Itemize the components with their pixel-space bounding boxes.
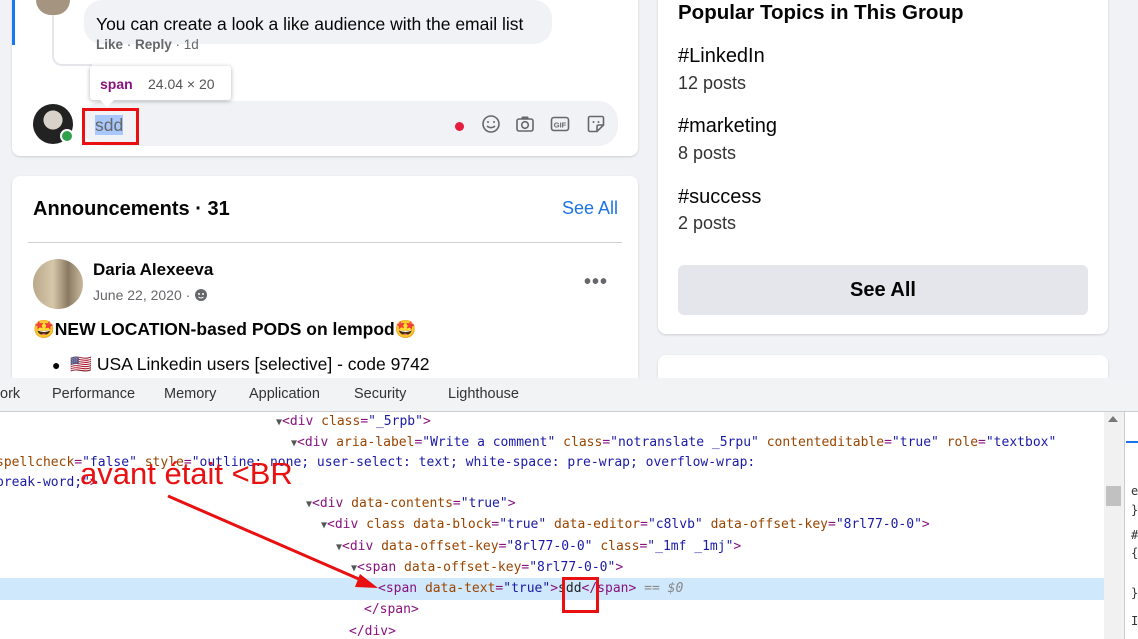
annotation-arrow-icon	[167, 494, 378, 588]
